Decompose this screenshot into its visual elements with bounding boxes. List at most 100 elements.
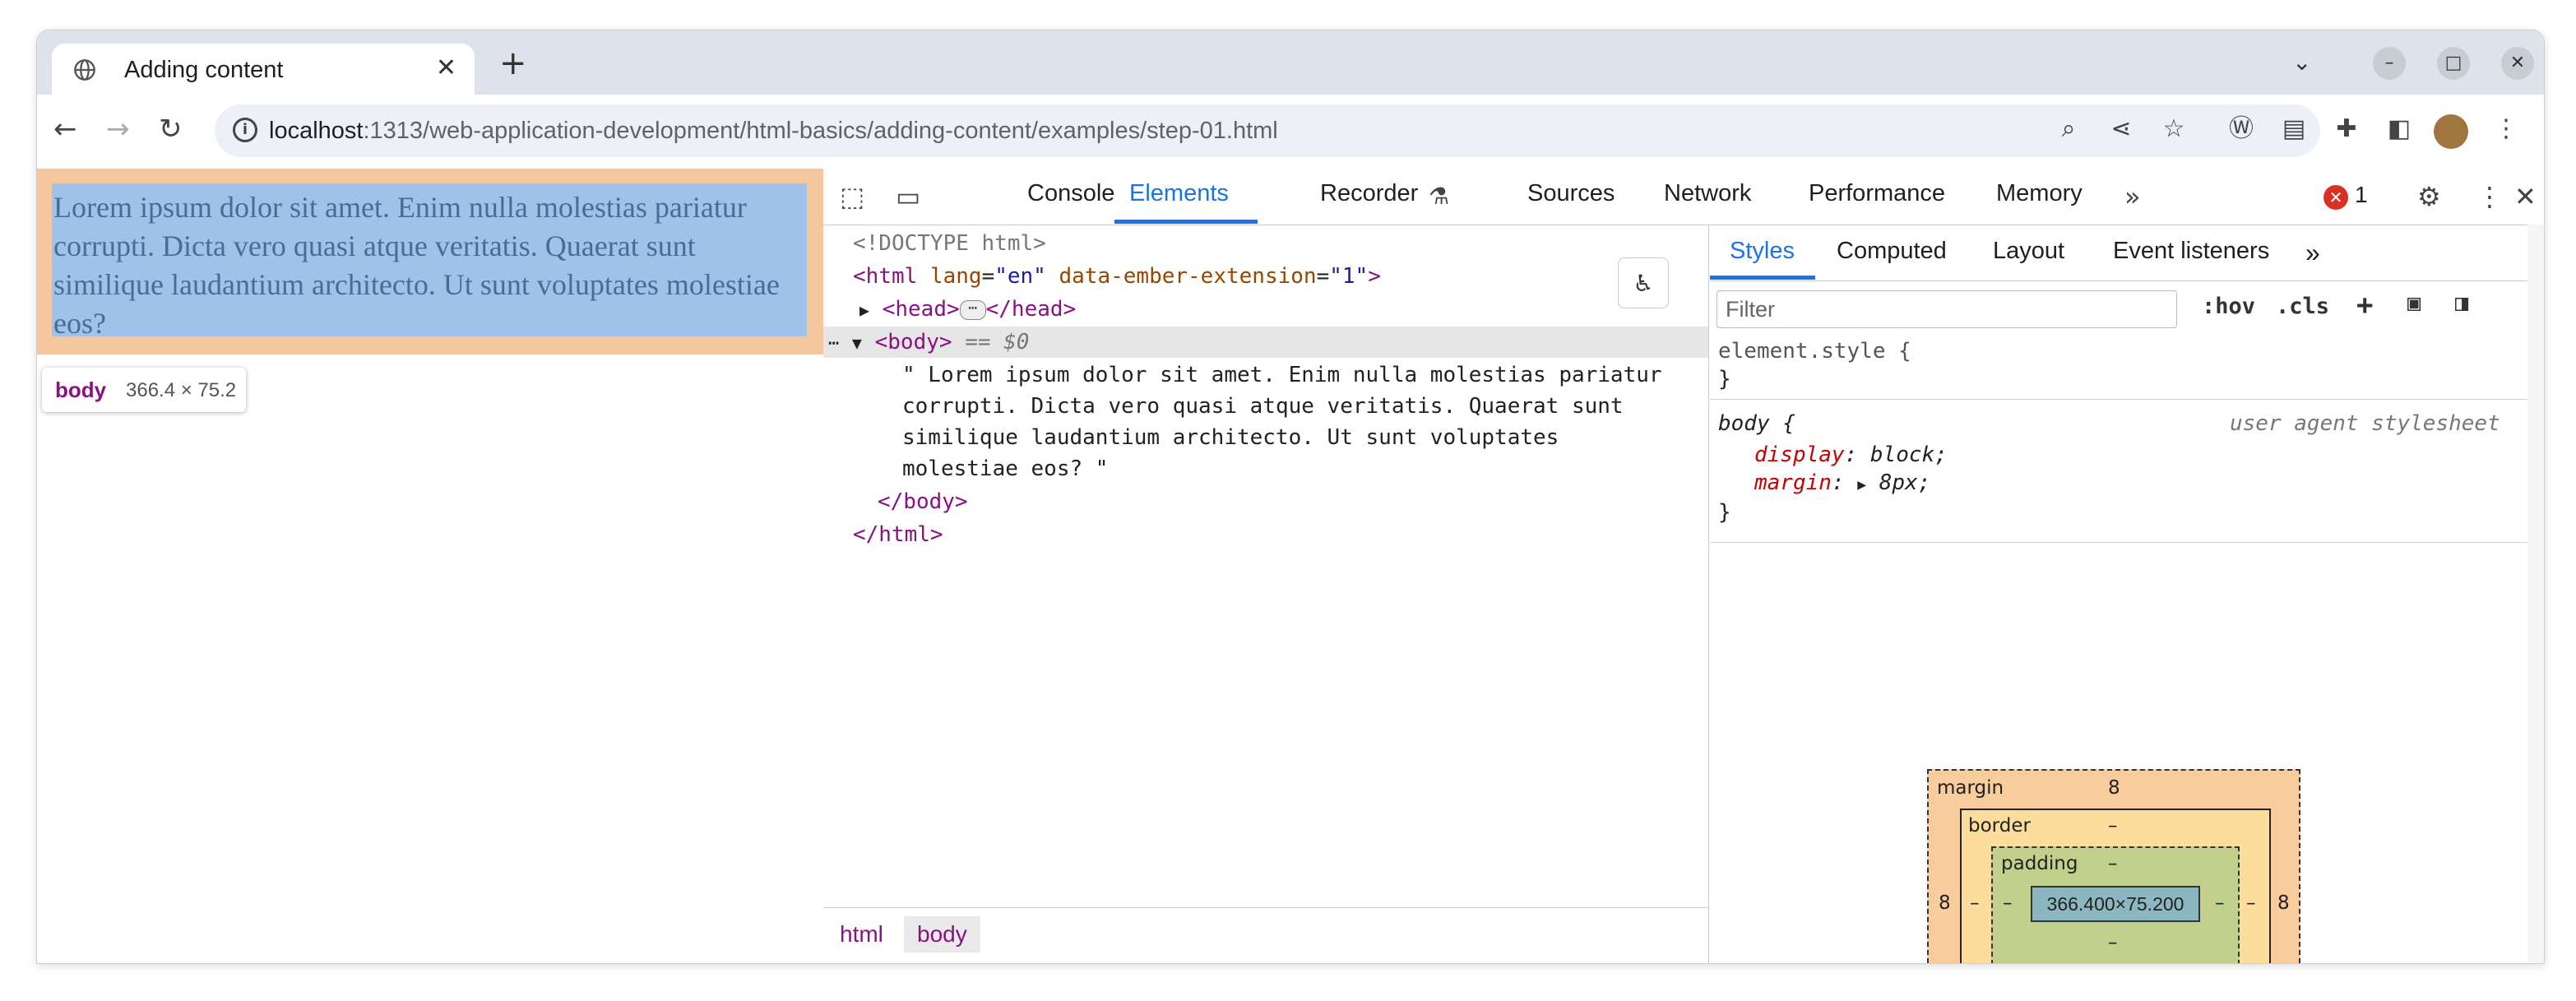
back-icon[interactable]: ← xyxy=(53,113,77,146)
body-rule-selector[interactable]: body { xyxy=(1718,409,1795,438)
devtools-tab-bar: ⬚ ▭ Console Elements Recorder ⚗ Sources … xyxy=(823,169,2544,225)
box-border-top[interactable]: – xyxy=(2108,815,2118,836)
share-icon[interactable]: ⋖ xyxy=(2103,113,2139,146)
address-bar[interactable]: i localhost:1313/web-application-develop… xyxy=(215,104,2320,157)
tab-computed[interactable]: Computed xyxy=(1837,238,1947,265)
tab-sources[interactable]: Sources xyxy=(1527,180,1615,207)
bookmark-star-icon[interactable]: ☆ xyxy=(2156,113,2192,146)
styles-filter-input[interactable]: Filter xyxy=(1717,290,2177,328)
styles-pane: Styles Computed Layout Event listeners »… xyxy=(1710,225,2544,963)
browser-tab[interactable]: Adding content ✕ xyxy=(52,44,475,96)
minimize-icon[interactable]: – xyxy=(2373,47,2406,80)
new-rule-plus-icon[interactable]: + xyxy=(2356,289,2373,322)
site-info-icon[interactable]: i xyxy=(233,118,257,142)
tab-search-chevron-icon[interactable]: ⌄ xyxy=(2292,49,2311,76)
toggle-sidebar-icon[interactable]: ◨ xyxy=(2455,290,2468,316)
reload-icon[interactable]: ↻ xyxy=(159,113,183,146)
device-toolbar-icon[interactable]: ▭ xyxy=(896,182,920,211)
active-tab-indicator xyxy=(1114,220,1258,224)
box-margin-label: margin xyxy=(1937,777,2004,799)
box-margin-left[interactable]: 8 xyxy=(1939,892,1951,914)
new-tab-button[interactable]: + xyxy=(499,47,527,80)
tab-styles[interactable]: Styles xyxy=(1730,238,1795,265)
tooltip-dimensions: 366.4 × 75.2 xyxy=(126,379,237,401)
breadcrumb: html body xyxy=(823,907,1709,963)
browser-menu-icon[interactable]: ⋮ xyxy=(2488,113,2524,146)
url-text[interactable]: localhost:1313/web-application-developme… xyxy=(269,118,1278,145)
paint-roller-icon[interactable]: ▣ xyxy=(2407,290,2421,316)
globe-icon xyxy=(74,59,95,81)
box-padding-label: padding xyxy=(2001,853,2078,874)
box-margin-top[interactable]: 8 xyxy=(2108,777,2120,799)
page-paragraph: Lorem ipsum dolor sit amet. Enim nulla m… xyxy=(53,191,780,340)
box-margin-right[interactable]: 8 xyxy=(2277,892,2290,914)
hov-toggle[interactable]: :hov xyxy=(2202,294,2255,319)
user-agent-stylesheet-label: user agent stylesheet xyxy=(2230,411,2500,436)
maximize-icon[interactable]: □ xyxy=(2437,47,2470,80)
tree-text-line-2[interactable]: corrupti. Dicta vero quasi atque veritat… xyxy=(823,391,1787,422)
elements-tree: <!DOCTYPE html> <html lang="en" data-emb… xyxy=(823,225,1709,907)
expand-shorthand-icon[interactable]: ▶ xyxy=(1857,476,1866,494)
devtools-menu-icon[interactable]: ⋮ xyxy=(2476,182,2503,211)
tree-body-close[interactable]: </body> xyxy=(823,486,1763,517)
element-style-close: } xyxy=(1718,367,1731,392)
tab-layout[interactable]: Layout xyxy=(1993,238,2064,265)
cls-toggle[interactable]: .cls xyxy=(2276,294,2329,319)
inspect-element-icon[interactable]: ⬚ xyxy=(840,182,864,211)
expand-triangle-icon[interactable]: ▶ xyxy=(859,300,869,320)
tree-doctype[interactable]: <!DOCTYPE html> xyxy=(823,228,1738,259)
zoom-icon[interactable]: ⌕ xyxy=(2050,113,2087,146)
forward-icon[interactable]: → xyxy=(106,113,130,146)
node-actions-icon[interactable]: ⋯ xyxy=(823,333,839,354)
box-border-left[interactable]: – xyxy=(1970,892,1980,914)
close-window-icon[interactable]: ✕ xyxy=(2501,47,2534,80)
error-icon[interactable]: ✕ xyxy=(2323,185,2348,210)
tree-text-line-1[interactable]: " Lorem ipsum dolor sit amet. Enim nulla… xyxy=(823,359,1787,391)
tree-head-node[interactable]: ▶ <head> ⋯ </head> xyxy=(823,294,1744,325)
breadcrumb-body[interactable]: body xyxy=(904,916,980,952)
tree-body-node[interactable]: ⋯ ▼ <body> == $0 xyxy=(823,327,1708,358)
box-padding-right[interactable]: – xyxy=(2215,892,2225,914)
browser-toolbar: ← → ↻ i localhost:1313/web-application-d… xyxy=(37,95,2544,169)
profile-avatar[interactable] xyxy=(2434,114,2468,149)
more-styles-tabs-icon[interactable]: » xyxy=(2305,238,2320,268)
close-devtools-icon[interactable]: ✕ xyxy=(2514,182,2537,211)
settings-gear-icon[interactable]: ⚙ xyxy=(2417,182,2441,211)
extension-doc-icon[interactable]: ▤ xyxy=(2276,113,2312,146)
tab-elements[interactable]: Elements xyxy=(1129,180,1229,207)
tree-html-node[interactable]: <html lang="en" data-ember-extension="1"… xyxy=(823,261,1738,292)
tab-close-icon[interactable]: ✕ xyxy=(436,53,456,82)
tab-event-listeners[interactable]: Event listeners xyxy=(2113,238,2269,265)
element-style-rule[interactable]: element.style { xyxy=(1718,336,1911,366)
tree-html-close[interactable]: </html> xyxy=(823,519,1738,550)
styles-scrollbar[interactable] xyxy=(2527,225,2544,963)
box-padding-left[interactable]: – xyxy=(2003,892,2013,914)
tab-network[interactable]: Network xyxy=(1664,180,1751,207)
more-tabs-icon[interactable]: » xyxy=(2124,182,2141,211)
extension-w-icon[interactable]: Ⓦ xyxy=(2223,113,2259,146)
box-border-right[interactable]: – xyxy=(2246,892,2256,914)
box-model-content[interactable]: 366.400×75.200 xyxy=(2031,886,2200,922)
collapse-triangle-icon[interactable]: ▼ xyxy=(852,333,862,353)
tree-text-line-4[interactable]: molestiae eos? " xyxy=(823,453,1787,484)
flask-icon: ⚗ xyxy=(1429,183,1450,210)
breadcrumb-html[interactable]: html xyxy=(827,916,897,952)
extensions-puzzle-icon[interactable]: ✚ xyxy=(2328,113,2365,146)
tree-text-line-3[interactable]: similique laudantium architecto. Ut sunt… xyxy=(823,422,1787,453)
tab-memory[interactable]: Memory xyxy=(1996,180,2083,207)
rule-separator xyxy=(1710,542,2532,543)
tab-performance[interactable]: Performance xyxy=(1809,180,1945,207)
page-viewport: Lorem ipsum dolor sit amet. Enim nulla m… xyxy=(37,169,824,963)
error-count[interactable]: 1 xyxy=(2355,182,2368,208)
collapsed-ellipsis[interactable]: ⋯ xyxy=(959,299,986,320)
box-padding-bottom[interactable]: – xyxy=(2108,932,2118,953)
prop-display[interactable]: display: block; xyxy=(1754,440,1948,470)
box-padding-top[interactable]: – xyxy=(2108,853,2118,874)
prop-margin[interactable]: margin: ▶ 8px; xyxy=(1754,468,1930,500)
tab-strip: Adding content ✕ + ⌄ – □ ✕ xyxy=(37,30,2544,96)
tab-console[interactable]: Console xyxy=(1027,180,1114,207)
body-rule-close: } xyxy=(1718,500,1731,525)
side-panel-icon[interactable]: ◧ xyxy=(2381,113,2417,146)
tooltip-tag: body xyxy=(55,378,107,402)
tab-recorder[interactable]: Recorder xyxy=(1320,180,1418,207)
